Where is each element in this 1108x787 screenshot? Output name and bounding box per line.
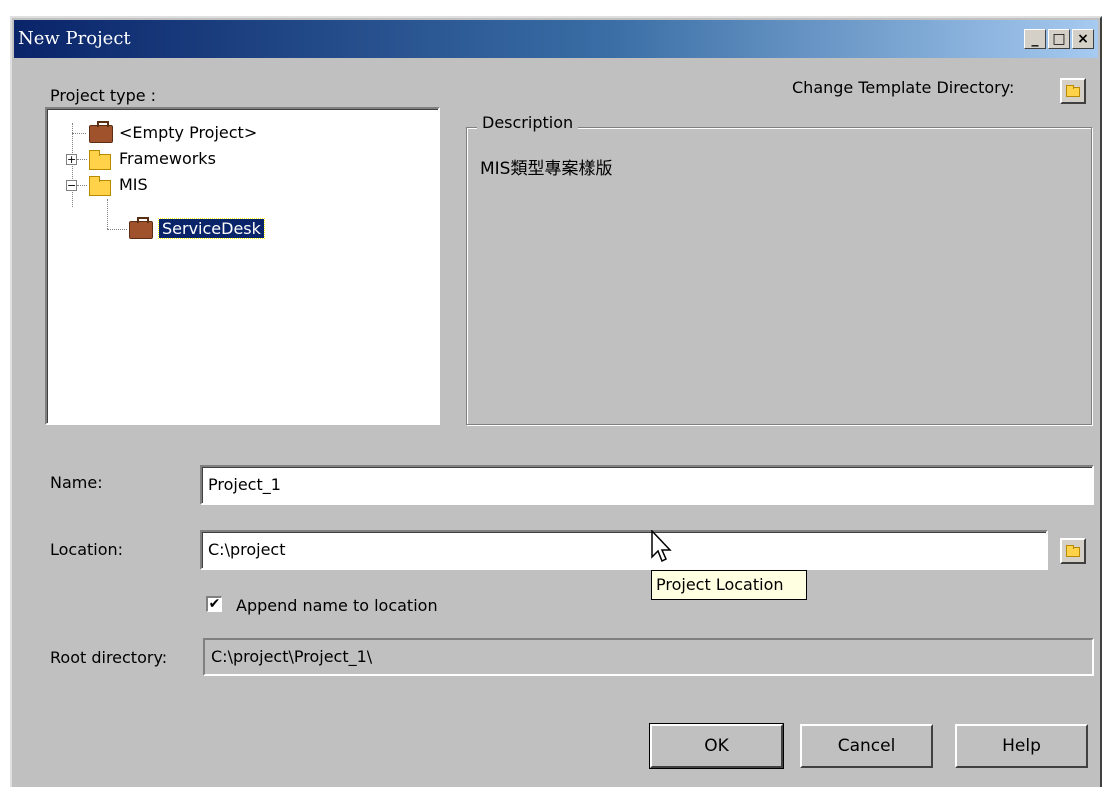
location-field-value: C:\project	[208, 540, 286, 559]
collapse-icon[interactable]: −	[66, 180, 77, 191]
root-directory-value: C:\project\Project_1\	[211, 647, 373, 666]
cancel-button[interactable]: Cancel	[800, 724, 933, 768]
append-name-checkbox[interactable]: ✔	[206, 596, 222, 612]
name-field-value: Project_1	[208, 475, 281, 494]
minimize-icon: _	[1031, 31, 1039, 47]
window-title: New Project	[18, 28, 131, 49]
tree-item-label: <Empty Project>	[119, 123, 258, 142]
briefcase-icon	[129, 217, 153, 239]
append-name-label[interactable]: Append name to location	[236, 596, 438, 615]
tree-item-label: Frameworks	[119, 149, 216, 168]
name-field[interactable]: Project_1	[200, 465, 1094, 505]
folder-icon	[1066, 545, 1080, 557]
help-button[interactable]: Help	[955, 724, 1088, 768]
folder-icon	[1066, 85, 1080, 97]
tree-item-mis[interactable]: − MIS	[47, 173, 437, 199]
close-icon: ×	[1077, 31, 1089, 47]
briefcase-icon	[89, 121, 113, 143]
name-label: Name:	[50, 473, 103, 492]
root-directory-label: Root directory:	[50, 648, 168, 667]
tree-item-servicedesk[interactable]: ServiceDesk	[47, 217, 437, 243]
tree-item-frameworks[interactable]: + Frameworks	[47, 147, 437, 173]
project-type-tree[interactable]: <Empty Project> + Frameworks − MIS Servi…	[45, 107, 440, 425]
location-field[interactable]: C:\project	[200, 530, 1048, 570]
change-template-directory-button[interactable]	[1060, 78, 1086, 104]
location-tooltip: Project Location	[651, 570, 807, 600]
mouse-cursor-icon	[651, 530, 672, 563]
title-bar[interactable]: New Project _ □ ×	[14, 20, 1098, 58]
location-label: Location:	[50, 540, 124, 559]
expand-icon[interactable]: +	[66, 154, 77, 165]
ok-button[interactable]: OK	[649, 723, 784, 769]
change-template-directory-label: Change Template Directory:	[792, 78, 1015, 97]
folder-icon	[89, 176, 111, 196]
project-type-label: Project type :	[50, 86, 157, 105]
maximize-button[interactable]: □	[1048, 29, 1070, 49]
maximize-icon: □	[1052, 31, 1066, 47]
tree-item-empty-project[interactable]: <Empty Project>	[47, 121, 437, 147]
browse-location-button[interactable]	[1060, 538, 1086, 564]
description-legend: Description	[477, 113, 579, 132]
close-button[interactable]: ×	[1072, 29, 1094, 49]
folder-icon	[89, 150, 111, 170]
description-text: MIS類型專案樣版	[480, 159, 613, 179]
tree-item-label-selected: ServiceDesk	[158, 218, 265, 239]
root-directory-field: C:\project\Project_1\	[203, 638, 1094, 676]
minimize-button[interactable]: _	[1024, 29, 1046, 49]
tree-item-label: MIS	[119, 175, 148, 194]
